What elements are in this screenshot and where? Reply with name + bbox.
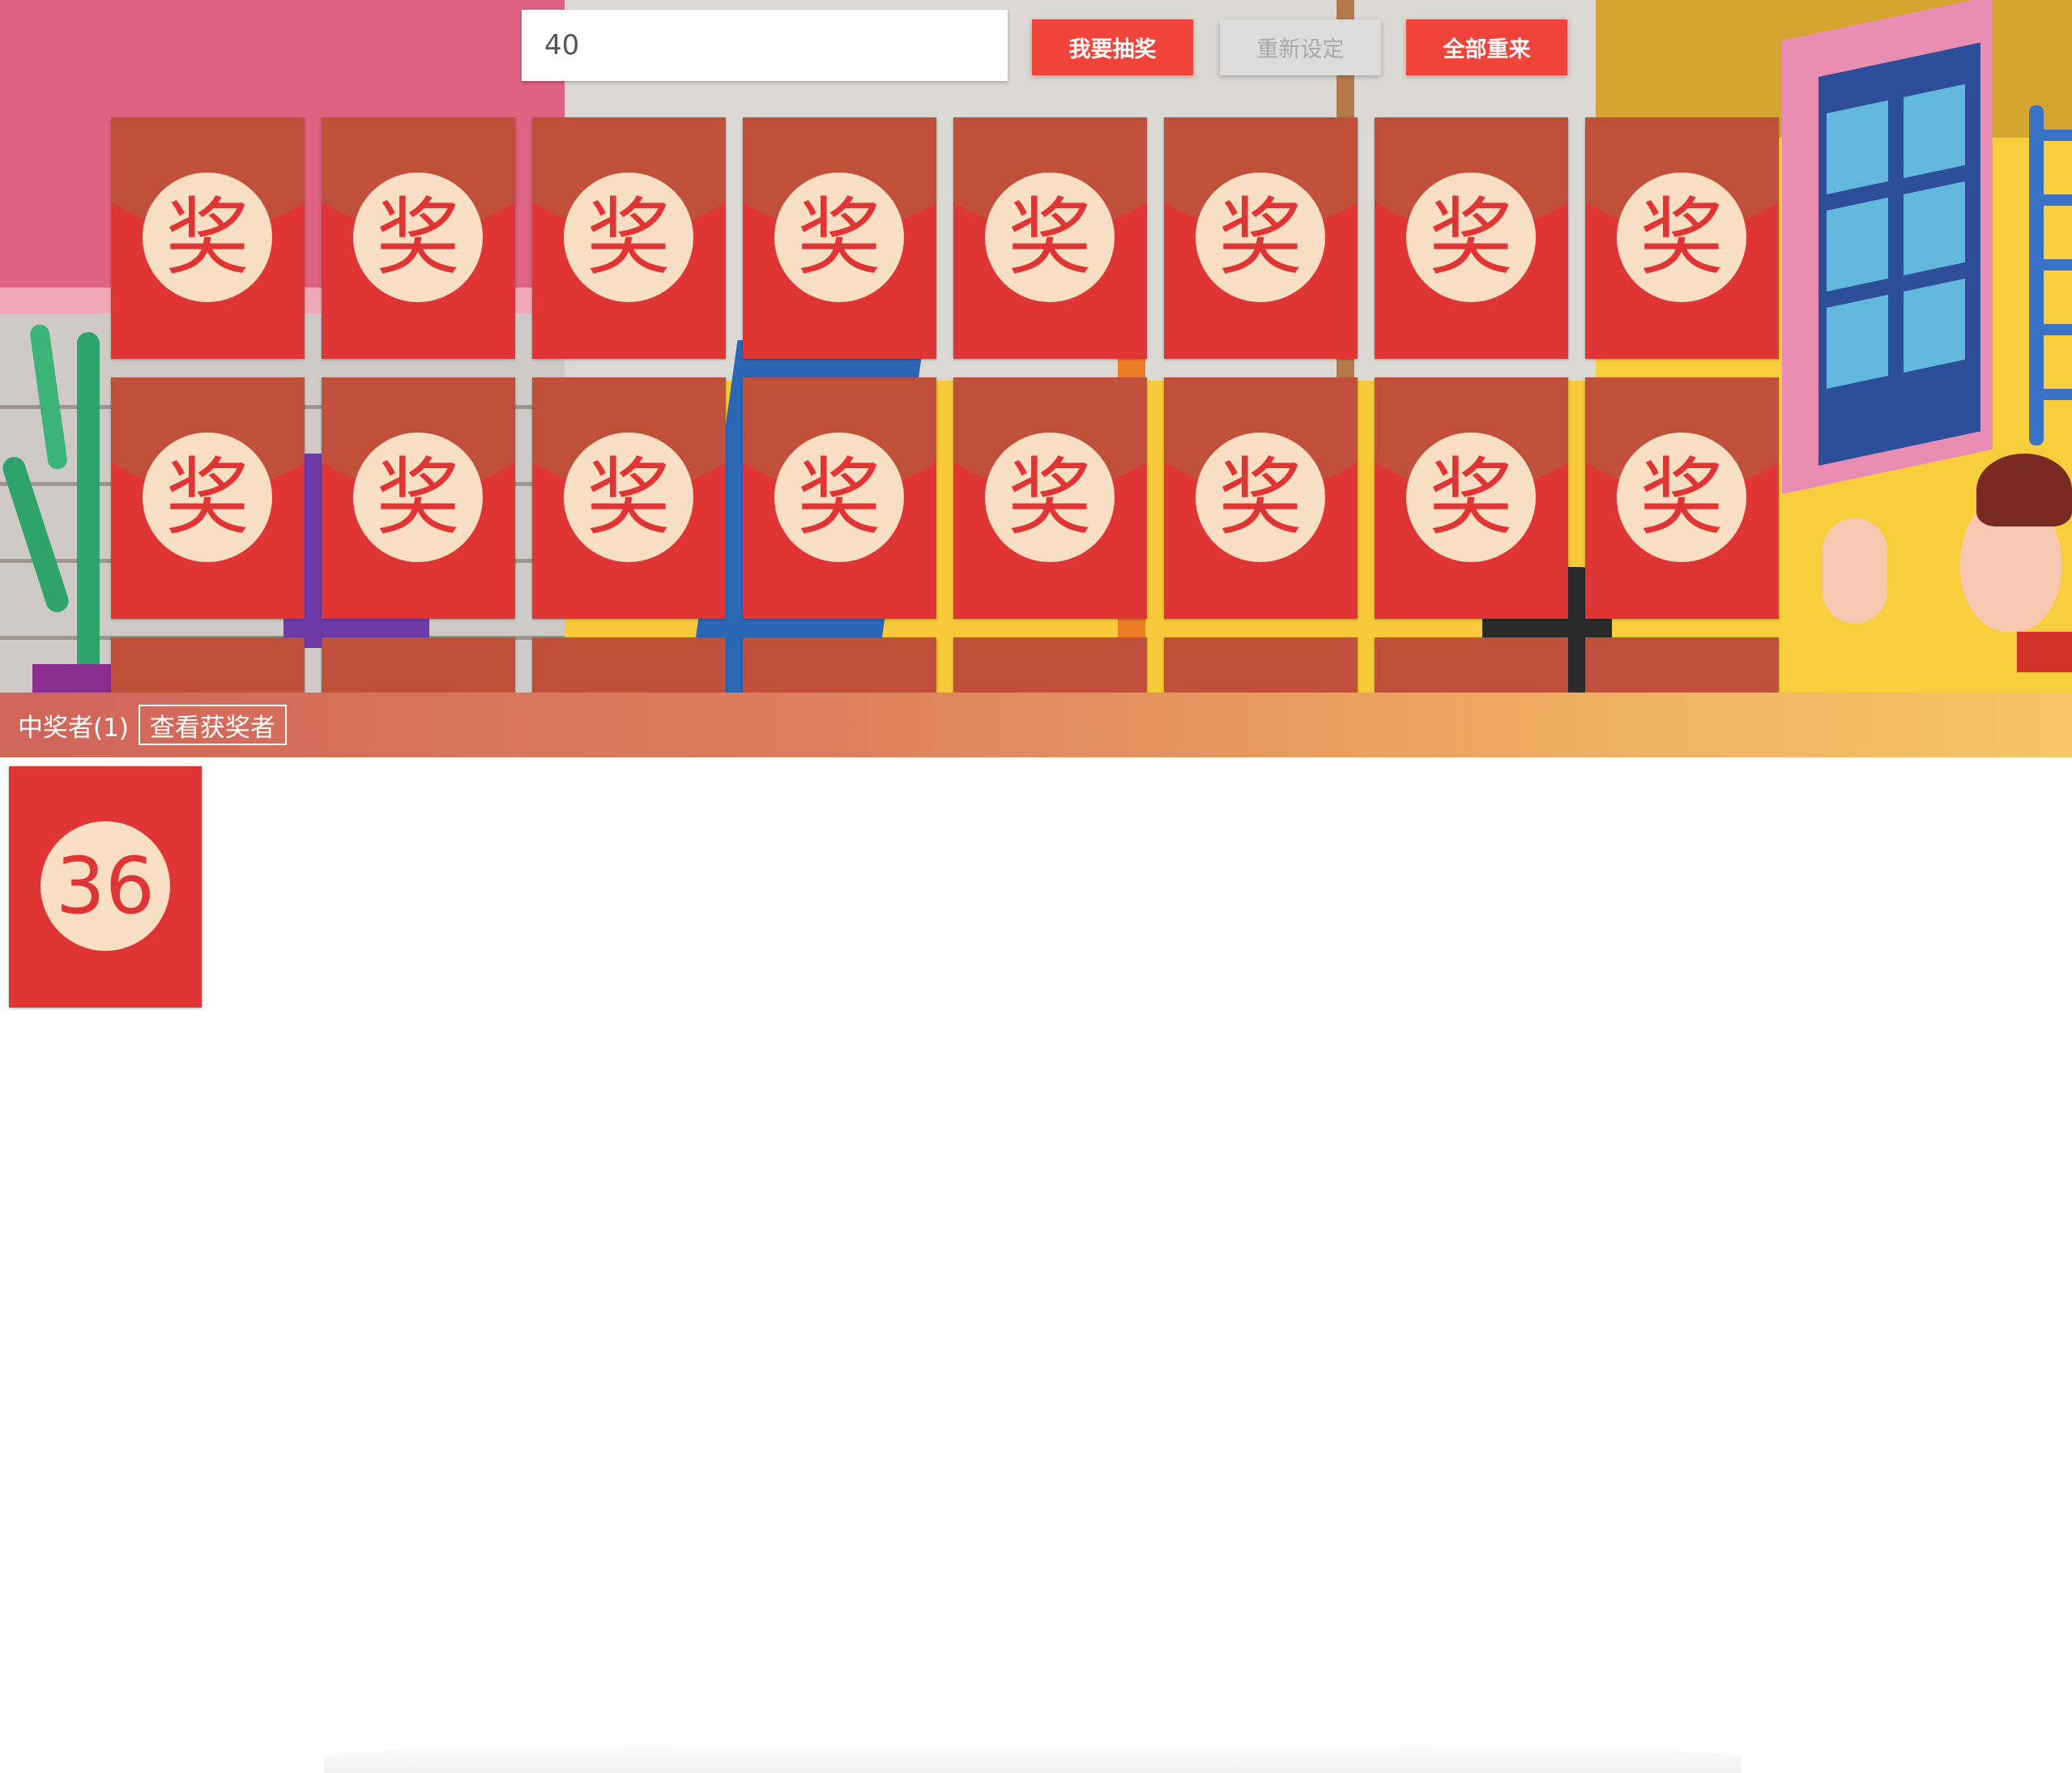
view-winners-button[interactable]: 查看获奖者 (138, 705, 287, 745)
envelope-prize-label: 奖 (564, 433, 693, 562)
red-envelope-card[interactable]: 奖 (111, 377, 305, 619)
red-envelope-card[interactable] (111, 637, 305, 694)
red-envelope-card[interactable]: 奖 (1585, 377, 1779, 619)
red-envelope-card[interactable] (322, 637, 515, 694)
red-envelope-card[interactable] (1164, 637, 1358, 694)
restart-all-button[interactable]: 全部重来 (1406, 19, 1567, 75)
bottom-shadow (324, 1741, 1742, 1773)
envelope-flap (953, 637, 1147, 694)
envelope-flap (532, 637, 726, 694)
envelope-prize-label: 奖 (774, 433, 904, 562)
envelope-prize-label: 奖 (774, 173, 904, 302)
reset-button[interactable]: 重新设定 (1220, 19, 1381, 75)
draw-button[interactable]: 我要抽奖 (1032, 19, 1193, 75)
red-envelope-card[interactable] (953, 637, 1147, 694)
envelope-prize-label: 奖 (985, 433, 1115, 562)
red-envelope-card[interactable] (1375, 637, 1568, 694)
winners-bar: 中奖者(1) 查看获奖者 (0, 693, 2072, 757)
red-envelope-card[interactable]: 奖 (743, 117, 936, 359)
red-envelope-card[interactable]: 奖 (1164, 117, 1358, 359)
envelope-flap (743, 637, 936, 694)
red-envelope-card[interactable] (743, 637, 936, 694)
red-envelope-card[interactable]: 奖 (953, 377, 1147, 619)
envelope-prize-label: 奖 (1406, 433, 1536, 562)
red-envelope-card[interactable]: 奖 (1375, 377, 1568, 619)
red-envelope-card[interactable]: 奖 (111, 117, 305, 359)
red-envelope-card[interactable]: 奖 (743, 377, 936, 619)
envelope-prize-label: 奖 (1617, 173, 1746, 302)
envelope-flap (322, 637, 515, 694)
envelope-prize-label: 奖 (143, 173, 272, 302)
red-envelope-card[interactable]: 奖 (1585, 117, 1779, 359)
envelope-prize-label: 奖 (985, 173, 1115, 302)
envelope-prize-label: 奖 (1196, 433, 1325, 562)
envelope-prize-label: 奖 (1406, 173, 1536, 302)
red-envelope-card[interactable]: 奖 (532, 117, 726, 359)
winners-list: 36 (0, 757, 2072, 1773)
participant-count-input[interactable] (522, 10, 1008, 81)
controls-bar: 我要抽奖 重新设定 全部重来 (0, 0, 2072, 89)
envelope-flap (1585, 637, 1779, 694)
envelope-prize-label: 奖 (353, 433, 483, 562)
red-envelope-card[interactable] (1585, 637, 1779, 694)
envelope-prize-label: 奖 (353, 173, 483, 302)
red-envelope-card[interactable] (532, 637, 726, 694)
red-envelope-card[interactable]: 奖 (953, 117, 1147, 359)
envelope-flap (1164, 637, 1358, 694)
red-envelope-card[interactable]: 奖 (1164, 377, 1358, 619)
winners-count-label: 中奖者(1) (18, 713, 129, 743)
envelope-flap (1375, 637, 1568, 694)
red-envelope-card[interactable]: 奖 (322, 377, 515, 619)
red-envelope-card[interactable]: 奖 (1375, 117, 1568, 359)
envelope-prize-label: 奖 (143, 433, 272, 562)
red-envelope-card[interactable]: 奖 (532, 377, 726, 619)
envelope-prize-label: 奖 (1617, 433, 1746, 562)
winner-number: 36 (41, 821, 170, 951)
envelope-prize-label: 奖 (1196, 173, 1325, 302)
envelope-grid: 奖奖奖奖奖奖奖奖奖奖奖奖奖奖奖奖 (0, 0, 2072, 694)
red-envelope-card[interactable]: 奖 (322, 117, 515, 359)
envelope-prize-label: 奖 (564, 173, 693, 302)
envelope-flap (111, 637, 305, 694)
winner-card: 36 (9, 766, 202, 1008)
